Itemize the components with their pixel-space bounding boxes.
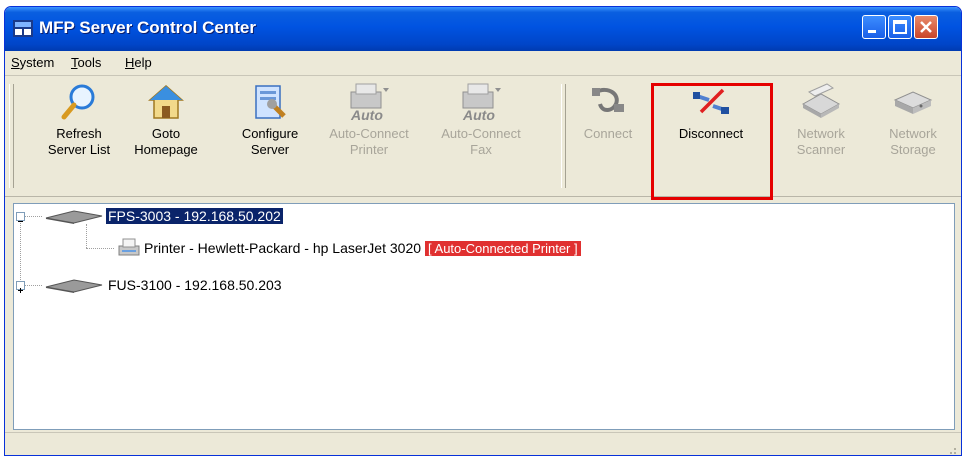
printer-icon	[118, 238, 140, 256]
tree-line	[24, 216, 42, 217]
connect-plug-icon	[592, 87, 624, 112]
configure-server-button[interactable]: Configure Server	[229, 82, 311, 190]
server-2-label: FUS-3100 - 192.168.50.203	[108, 277, 282, 293]
close-button[interactable]	[914, 15, 938, 39]
home-icon	[148, 85, 184, 119]
server-tree: FPS-3003 - 192.168.50.202 Printer - Hewl…	[13, 203, 955, 430]
app-window: MFP Server Control Center System Tools H…	[4, 6, 962, 456]
status-bar	[5, 432, 961, 455]
tree-line	[86, 224, 87, 248]
goto-homepage-button[interactable]: Goto Homepage	[127, 82, 205, 190]
toolbar-grip[interactable]	[9, 84, 14, 188]
close-icon	[920, 21, 932, 33]
toolbar-separator	[561, 84, 566, 188]
server-1-label: FPS-3003 - 192.168.50.202	[105, 207, 284, 225]
scanner-icon	[801, 83, 841, 118]
menu-bar: System Tools Help	[5, 51, 961, 76]
server-device-icon	[45, 210, 103, 224]
minimize-icon	[868, 30, 876, 33]
maximize-icon	[893, 20, 907, 34]
storage-icon	[893, 91, 933, 114]
window-title: MFP Server Control Center	[39, 18, 256, 37]
configure-icon	[255, 85, 286, 119]
auto-badge-label: Auto	[350, 107, 383, 122]
toolbar: Refresh Server List Goto Homepage Configur…	[5, 76, 961, 197]
collapse-toggle[interactable]	[16, 212, 25, 222]
auto-connect-printer-button[interactable]: Auto Auto-Connect Printer	[321, 82, 417, 190]
tree-node-server-2[interactable]: FUS-3100 - 192.168.50.203	[108, 277, 282, 293]
menu-tools[interactable]: Tools	[71, 55, 101, 70]
tree-line	[24, 285, 42, 286]
auto-connected-badge: [ Auto-Connected Printer ]	[425, 241, 581, 256]
auto-badge-label: Auto	[462, 107, 495, 122]
auto-connect-fax-button[interactable]: Auto Auto-Connect Fax	[433, 82, 529, 190]
minus-icon	[18, 221, 23, 222]
network-storage-button[interactable]: Network Storage	[875, 82, 951, 190]
minimize-button[interactable]	[862, 15, 886, 39]
resize-grip-icon[interactable]	[945, 443, 957, 455]
tree-line	[86, 248, 114, 249]
menu-help[interactable]: Help	[125, 55, 152, 70]
auto-printer-icon: Auto	[350, 83, 389, 122]
connect-button[interactable]: Connect	[573, 82, 643, 190]
expand-toggle[interactable]	[16, 281, 25, 293]
network-scanner-button[interactable]: Network Scanner	[783, 82, 859, 190]
tree-node-server-1[interactable]: FPS-3003 - 192.168.50.202	[105, 207, 284, 225]
app-icon	[13, 20, 33, 37]
magnifier-icon	[61, 84, 95, 120]
maximize-button[interactable]	[888, 15, 912, 39]
refresh-server-list-button[interactable]: Refresh Server List	[35, 82, 123, 190]
tree-node-printer[interactable]: Printer - Hewlett-Packard - hp LaserJet …	[144, 240, 581, 256]
menu-system[interactable]: System	[11, 55, 54, 70]
printer-label: Printer - Hewlett-Packard - hp LaserJet …	[144, 240, 422, 256]
plus-icon	[18, 288, 23, 293]
title-bar[interactable]: MFP Server Control Center	[5, 7, 961, 51]
auto-fax-icon: Auto	[462, 83, 501, 122]
disconnect-highlight-box	[651, 83, 773, 200]
tree-line	[20, 220, 21, 290]
server-device-icon	[45, 279, 103, 293]
